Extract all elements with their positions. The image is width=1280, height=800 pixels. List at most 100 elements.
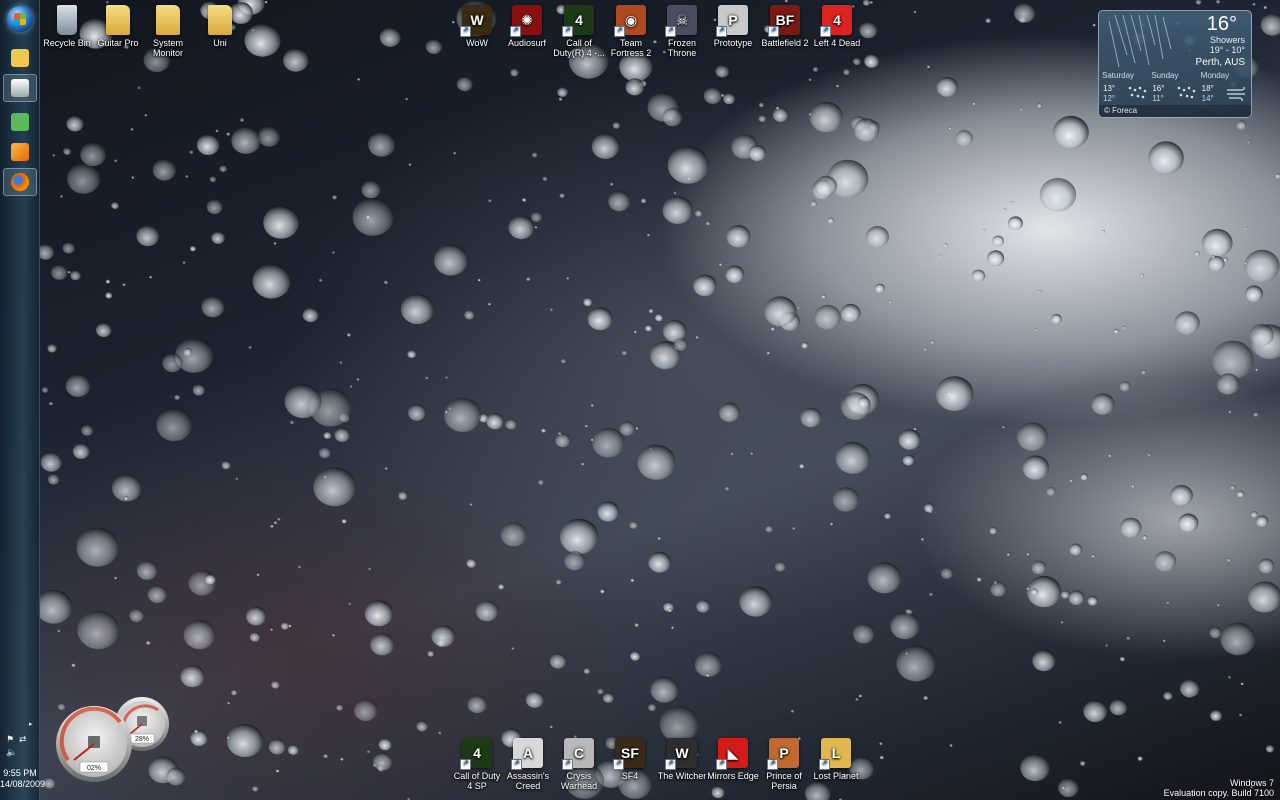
desktop-icon-l4d[interactable]: 4 ↗ Left 4 Dead: [810, 5, 864, 48]
icon-glyph: ◉: [624, 12, 638, 28]
raindrop: [662, 107, 683, 127]
raindrop: [309, 388, 352, 427]
folder-icon: [156, 5, 180, 35]
desktop-icon-audiosurf[interactable]: ✺ ↗ Audiosurf: [500, 5, 554, 48]
clock[interactable]: 9:55 PM 14/08/2009: [0, 768, 45, 790]
desktop-icon-battlefield2[interactable]: BF ↗ Battlefield 2: [758, 5, 812, 48]
action-center-flag-icon[interactable]: ⚑: [6, 735, 15, 744]
taskbar-item-messenger[interactable]: [3, 108, 37, 136]
shortcut-arrow-icon: ↗: [767, 759, 778, 770]
desktop-icon-prince-of-persia[interactable]: P ↗ Prince of Persia: [757, 738, 811, 791]
desktop-icon-cod4[interactable]: 4 ↗ Call of Duty(R) 4 -...: [552, 5, 606, 58]
desktop-icon-sf4[interactable]: SF ↗ SF4: [603, 738, 657, 781]
shortcut-arrow-icon: ↗: [716, 759, 727, 770]
raindrop: [114, 159, 118, 163]
memory-readout: 28%: [135, 736, 149, 743]
raindrop: [1027, 575, 1062, 608]
taskbar-item-switcher[interactable]: [3, 74, 37, 102]
raindrop: [318, 446, 332, 459]
desktop-icon-crysis[interactable]: C ↗ Crysis Warhead: [552, 738, 606, 791]
icon-glyph: W: [470, 12, 484, 28]
raindrop: [668, 608, 673, 613]
raindrop: [1239, 713, 1243, 717]
desktop-icon-witcher[interactable]: W ↗ The Witcher: [655, 738, 709, 781]
desktop-icon-frozen-throne[interactable]: ☠ ↗ Frozen Throne: [655, 5, 709, 58]
raindrop: [639, 80, 647, 87]
raindrop: [1091, 393, 1115, 415]
volume-icon[interactable]: 🔈: [6, 748, 17, 757]
raindrop: [630, 578, 635, 582]
raindrop: [175, 338, 214, 373]
taskbar-item-firefox[interactable]: [3, 168, 37, 196]
desktop-icon-label: Prototype: [713, 38, 753, 48]
desktop-icon-label: WoW: [466, 38, 488, 48]
forecast-high: 13°: [1103, 84, 1116, 93]
desktop-icon-system-monitor[interactable]: System Monitor: [141, 5, 195, 58]
raindrop: [634, 622, 639, 627]
raindrop: [673, 338, 688, 351]
desktop-icon-tf2[interactable]: ◉ ↗ Team Fortress 2: [604, 5, 658, 58]
raindrop: [1227, 558, 1231, 562]
cpu-readout: 02%: [87, 765, 101, 772]
raindrop: [1166, 601, 1170, 604]
raindrop: [648, 703, 657, 712]
desktop-icon-uni[interactable]: Uni: [193, 5, 247, 48]
raindrop: [275, 769, 280, 773]
show-hidden-icons-arrow[interactable]: ▸: [29, 720, 33, 728]
raindrop: [764, 296, 797, 327]
raindrop: [356, 377, 360, 381]
raindrop: [1120, 517, 1142, 538]
desktop-icon-prototype[interactable]: P ↗ Prototype: [706, 5, 760, 48]
raindrop: [1019, 16, 1027, 23]
shortcut-arrow-icon: ↗: [562, 759, 573, 770]
forecast-day: Sunday 16° 11°: [1151, 71, 1200, 107]
desktop-icon-recycle-bin[interactable]: Recycle Bin: [40, 5, 94, 48]
raindrop: [581, 462, 585, 466]
raindrop: [1252, 2, 1256, 6]
raindrop: [1260, 13, 1280, 36]
raindrop: [273, 241, 277, 245]
desktop-icon-cod4sp[interactable]: 4 ↗ Call of Duty 4 SP: [450, 738, 504, 791]
raindrop: [993, 580, 998, 584]
forecast-low: 11°: [1152, 94, 1164, 103]
desktop-icon-lost-planet[interactable]: L ↗ Lost Planet: [809, 738, 863, 781]
start-button[interactable]: [7, 6, 33, 32]
raindrop: [559, 518, 599, 555]
raindrop: [379, 27, 401, 47]
cpu-meter-gadget[interactable]: 28% 02%: [54, 696, 174, 786]
raindrop: [531, 152, 538, 158]
raindrop: [211, 231, 225, 244]
raindrop: [511, 646, 515, 650]
raindrop: [235, 477, 239, 480]
raindrop: [288, 624, 292, 628]
taskbar-item-media-player[interactable]: [3, 138, 37, 166]
raindrop: [252, 785, 259, 792]
raindrop: [283, 48, 309, 72]
raindrop: [865, 226, 890, 248]
raindrop: [206, 199, 223, 215]
desktop-icon-guitar-pro[interactable]: Guitar Pro: [91, 5, 145, 48]
raindrop: [348, 602, 352, 605]
desktop-icon-wow[interactable]: W ↗ WoW: [450, 5, 504, 48]
raindrop: [347, 332, 351, 337]
raindrop: [1140, 273, 1144, 278]
raindrop: [105, 279, 111, 284]
taskbar-item-explorer[interactable]: [3, 44, 37, 72]
raindrop: [1244, 249, 1280, 283]
raindrop: [189, 150, 194, 154]
raindrop: [445, 375, 449, 379]
raindrop: [730, 452, 734, 456]
desktop-icon-assassins-creed[interactable]: A ↗ Assassin's Creed: [501, 738, 555, 791]
raindrop: [1154, 551, 1177, 572]
raindrop: [629, 521, 638, 529]
raindrop: [136, 225, 160, 247]
battlefield-icon: BF ↗: [768, 5, 800, 37]
raindrop: [765, 525, 774, 533]
raindrop: [583, 297, 593, 307]
desktop-icon-mirrors-edge[interactable]: ◣ ↗ Mirrors Edge: [706, 738, 760, 781]
desktop-icon-label: Lost Planet: [813, 771, 859, 781]
folder-icon: [208, 5, 232, 35]
raindrop: [1101, 230, 1105, 234]
weather-gadget[interactable]: 16° Showers 19° - 10° Perth, AUS Saturda…: [1098, 10, 1252, 118]
network-icon[interactable]: ⇄: [19, 735, 28, 744]
